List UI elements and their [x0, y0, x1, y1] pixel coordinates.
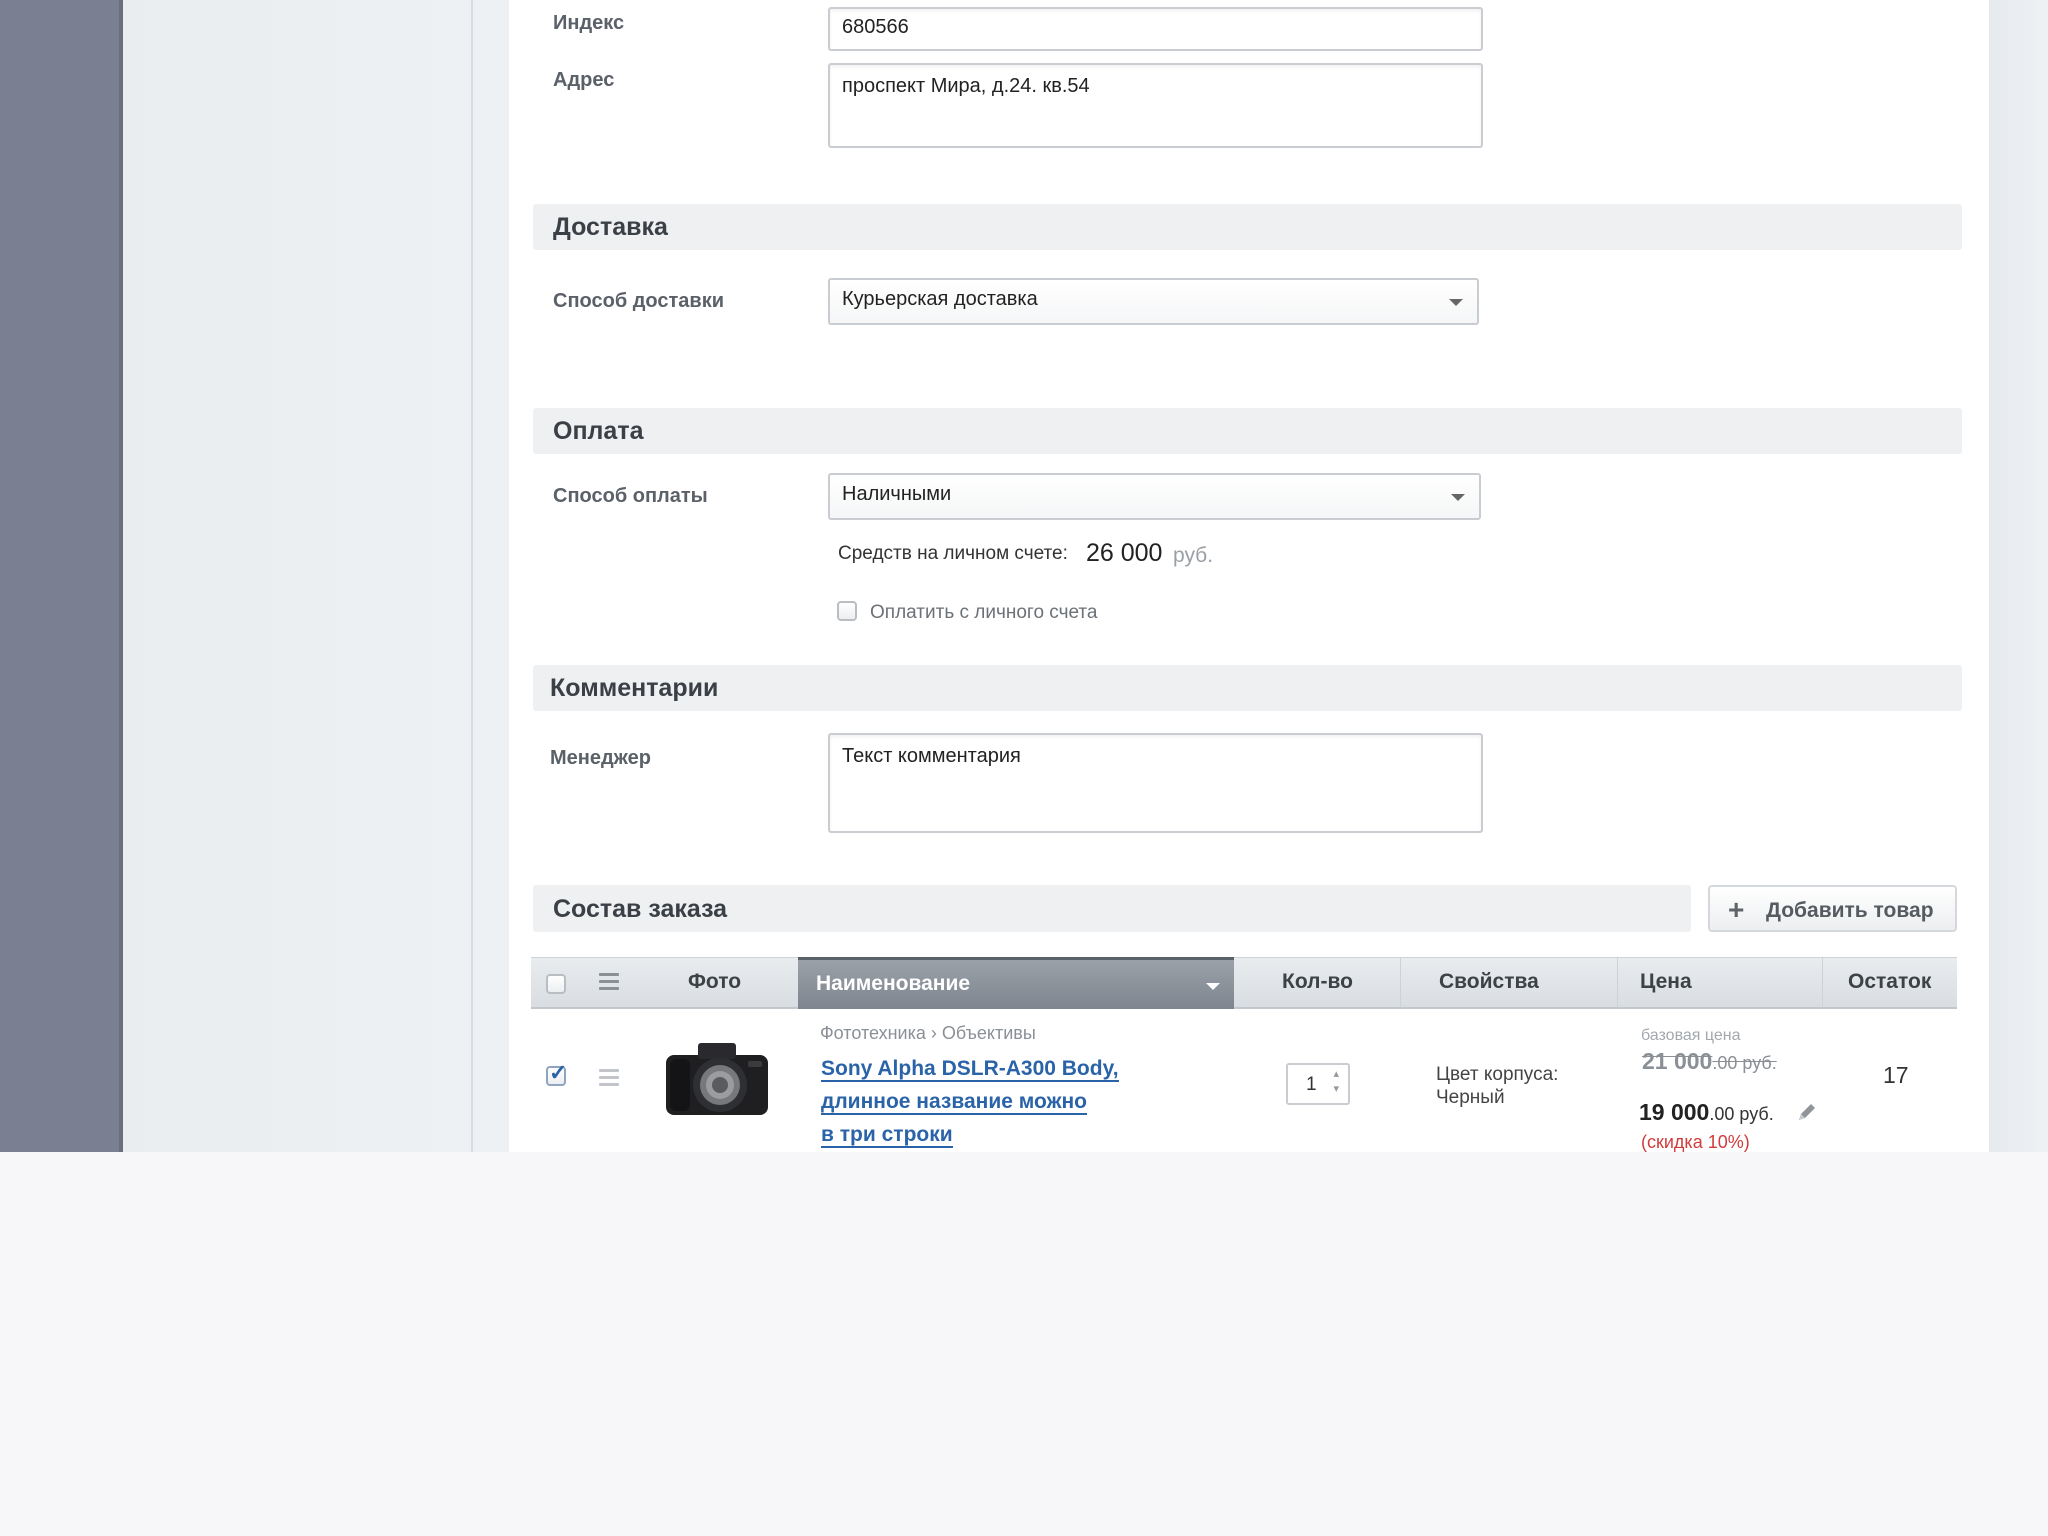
- column-header-photo[interactable]: Фото: [688, 957, 741, 1007]
- product-name-link[interactable]: Sony Alpha DSLR-A300 Body, длинное назва…: [821, 1052, 1119, 1151]
- account-balance-currency: руб.: [1173, 544, 1214, 567]
- check-icon: ✓: [549, 1060, 568, 1085]
- base-price-label: базовая цена: [1641, 1027, 1741, 1044]
- order-section-header: Состав заказа: [533, 885, 1691, 932]
- right-margin-strip: [1989, 0, 2048, 1152]
- quantity-down-icon[interactable]: ▾: [1333, 1082, 1339, 1095]
- property-value: Черный: [1436, 1087, 1505, 1108]
- account-balance-label: Средств на личном счете:: [838, 543, 1068, 564]
- property-name: Цвет корпуса:: [1436, 1064, 1559, 1085]
- product-category[interactable]: Фототехника: [820, 1023, 926, 1043]
- address-textarea[interactable]: проспект Мира, д.24. кв.54: [828, 63, 1483, 148]
- base-price-dec: .00 руб.: [1712, 1053, 1777, 1073]
- product-photo[interactable]: [662, 1035, 772, 1120]
- row-select-checkbox[interactable]: ✓: [546, 1060, 567, 1086]
- product-name-line-3: в три строки: [821, 1123, 953, 1148]
- column-header-stock[interactable]: Остаток: [1822, 957, 1931, 1007]
- quantity-stepper[interactable]: 1 ▴ ▾: [1286, 1063, 1350, 1105]
- index-input[interactable]: 680566: [828, 7, 1483, 51]
- sort-caret-icon: [1206, 983, 1220, 990]
- column-menu-icon[interactable]: [599, 973, 619, 994]
- delivery-method-value: Курьерская доставка: [842, 288, 1038, 310]
- product-name-line-1: Sony Alpha DSLR-A300 Body,: [821, 1057, 1119, 1082]
- left-navigation-bar: [0, 0, 123, 1152]
- account-balance-amount: 26 000: [1086, 539, 1163, 567]
- comments-section-header: Комментарии: [533, 665, 1962, 711]
- quantity-up-icon[interactable]: ▴: [1333, 1067, 1339, 1080]
- product-properties: Цвет корпуса: Черный: [1436, 1063, 1558, 1109]
- pay-from-account-checkbox[interactable]: [837, 601, 857, 621]
- breadcrumb-chevron-icon: ›: [930, 1023, 937, 1043]
- column-header-name-label: Наименование: [816, 972, 971, 995]
- base-price: 21 000.00 руб.: [1642, 1048, 1777, 1075]
- index-label: Индекс: [553, 12, 625, 34]
- current-price: 19 000.00 руб.: [1639, 1099, 1774, 1126]
- base-price-int: 21 000: [1642, 1048, 1713, 1074]
- comments-section-title: Комментарии: [550, 674, 719, 702]
- column-header-qty[interactable]: Кол-во: [1282, 957, 1353, 1007]
- payment-method-label: Способ оплаты: [553, 485, 708, 507]
- side-panel: [123, 0, 473, 1152]
- delivery-method-select[interactable]: Курьерская доставка: [828, 278, 1479, 325]
- pay-from-account-label: Оплатить с личного счета: [870, 602, 1098, 623]
- stock-value: 17: [1883, 1062, 1909, 1088]
- address-label: Адрес: [553, 69, 615, 91]
- current-price-dec: .00 руб.: [1709, 1104, 1774, 1124]
- discount-label: (скидка 10%): [1641, 1132, 1750, 1152]
- order-section-title: Состав заказа: [553, 895, 728, 923]
- quantity-value: 1: [1306, 1074, 1317, 1095]
- payment-section-header: Оплата: [533, 408, 1962, 454]
- plus-icon: +: [1728, 894, 1745, 925]
- column-header-props[interactable]: Свойства: [1400, 957, 1539, 1007]
- manager-comment-label: Менеджер: [550, 747, 651, 769]
- chevron-down-icon: [1449, 299, 1463, 306]
- payment-method-value: Наличными: [842, 483, 952, 505]
- order-table-header: [531, 957, 1957, 1009]
- current-price-int: 19 000: [1639, 1099, 1710, 1125]
- add-product-button[interactable]: + Добавить товар: [1708, 885, 1957, 932]
- column-header-price[interactable]: Цена: [1617, 957, 1692, 1007]
- edit-price-icon[interactable]: [1796, 1101, 1818, 1123]
- payment-section-title: Оплата: [553, 417, 644, 445]
- add-product-button-label: Добавить товар: [1766, 899, 1934, 922]
- product-breadcrumb: Фототехника › Объективы: [820, 1023, 1036, 1044]
- drag-handle-icon[interactable]: [599, 1069, 619, 1090]
- delivery-section-title: Доставка: [553, 213, 668, 241]
- product-subcategory[interactable]: Объективы: [942, 1023, 1036, 1043]
- delivery-section-header: Доставка: [533, 204, 1962, 250]
- column-header-name[interactable]: Наименование: [798, 957, 1234, 1009]
- screenshot-area: Индекс 680566 Адрес проспект Мира, д.24.…: [0, 0, 2048, 1152]
- chevron-down-icon: [1451, 494, 1465, 501]
- select-all-checkbox[interactable]: [546, 974, 566, 994]
- delivery-method-label: Способ доставки: [553, 290, 725, 312]
- manager-comment-textarea[interactable]: Текст комментария: [828, 733, 1483, 833]
- product-name-line-2: длинное название можно: [821, 1090, 1087, 1115]
- payment-method-select[interactable]: Наличными: [828, 473, 1481, 520]
